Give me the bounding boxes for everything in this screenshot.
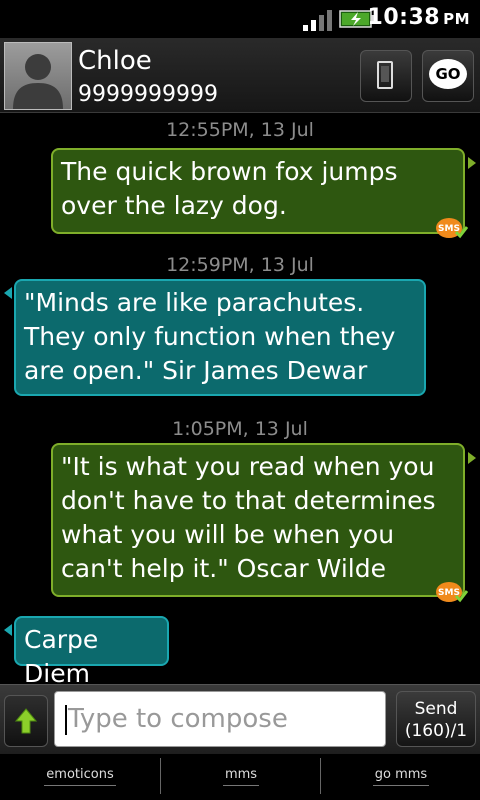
message-thread[interactable]: 12:55PM, 13 Jul The quick brown fox jump… bbox=[0, 113, 480, 688]
sms-delivered-icon: SMS bbox=[436, 218, 468, 239]
received-arrow-icon bbox=[4, 624, 12, 636]
mms-label: mms bbox=[222, 764, 260, 786]
status-bar: 10:38 PM bbox=[0, 0, 480, 38]
sent-arrow-icon bbox=[468, 157, 476, 169]
message-timestamp: 12:59PM, 13 Jul bbox=[166, 254, 314, 276]
received-message-bubble[interactable]: Carpe Diem bbox=[14, 616, 169, 688]
send-button[interactable]: Send (160)/1 bbox=[396, 691, 476, 747]
emoticons-label: emoticons bbox=[44, 764, 116, 786]
go-button-label: GO bbox=[435, 65, 461, 83]
avatar[interactable] bbox=[4, 42, 72, 110]
go-button[interactable]: GO bbox=[422, 50, 474, 102]
text-cursor bbox=[65, 704, 67, 735]
compose-input[interactable]: Type to compose bbox=[54, 691, 386, 747]
go-mms-button[interactable]: go mms bbox=[321, 764, 480, 786]
arrow-up-icon bbox=[15, 708, 37, 734]
attach-button[interactable] bbox=[4, 695, 48, 747]
go-speech-bubble-icon: GO bbox=[429, 59, 467, 89]
clock-time: 10:38 bbox=[367, 5, 441, 30]
received-message-bubble[interactable]: "Minds are like parachutes. They only fu… bbox=[14, 279, 426, 396]
message-text: The quick brown fox jumps over the lazy … bbox=[61, 157, 398, 220]
mms-button[interactable]: mms bbox=[161, 764, 321, 786]
call-contact-button[interactable] bbox=[360, 50, 412, 102]
go-mms-label: go mms bbox=[372, 764, 430, 786]
compose-bar: Type to compose Send (160)/1 bbox=[0, 684, 480, 755]
clock-ampm: PM bbox=[443, 10, 470, 28]
sms-delivered-icon: SMS bbox=[436, 582, 468, 603]
sent-arrow-icon bbox=[468, 452, 476, 464]
message-text: "Minds are like parachutes. They only fu… bbox=[24, 288, 396, 385]
message-timestamp: 1:05PM, 13 Jul bbox=[172, 418, 308, 440]
sent-message-bubble[interactable]: The quick brown fox jumps over the lazy … bbox=[51, 148, 465, 234]
character-counter: (160)/1 bbox=[404, 721, 468, 741]
emoticons-button[interactable]: emoticons bbox=[0, 764, 160, 786]
signal-strength-icon bbox=[303, 10, 332, 31]
send-label: Send bbox=[414, 699, 458, 719]
received-arrow-icon bbox=[4, 287, 12, 299]
conversation-header: Chloe 9999999999 GO bbox=[0, 38, 480, 113]
default-contact-silhouette-icon bbox=[13, 54, 63, 109]
sent-message-bubble[interactable]: "It is what you read when you don't have… bbox=[51, 443, 465, 597]
message-timestamp: 12:55PM, 13 Jul bbox=[166, 119, 314, 141]
contact-number: 9999999999 bbox=[78, 82, 218, 107]
message-text: Carpe Diem bbox=[24, 625, 99, 688]
bottom-action-bar: emoticons mms go mms bbox=[0, 754, 480, 800]
phone-icon bbox=[377, 61, 393, 89]
contact-name: Chloe bbox=[78, 46, 152, 76]
compose-placeholder: Type to compose bbox=[68, 704, 288, 734]
status-clock: 10:38 PM bbox=[368, 5, 470, 30]
message-text: "It is what you read when you don't have… bbox=[61, 452, 436, 583]
